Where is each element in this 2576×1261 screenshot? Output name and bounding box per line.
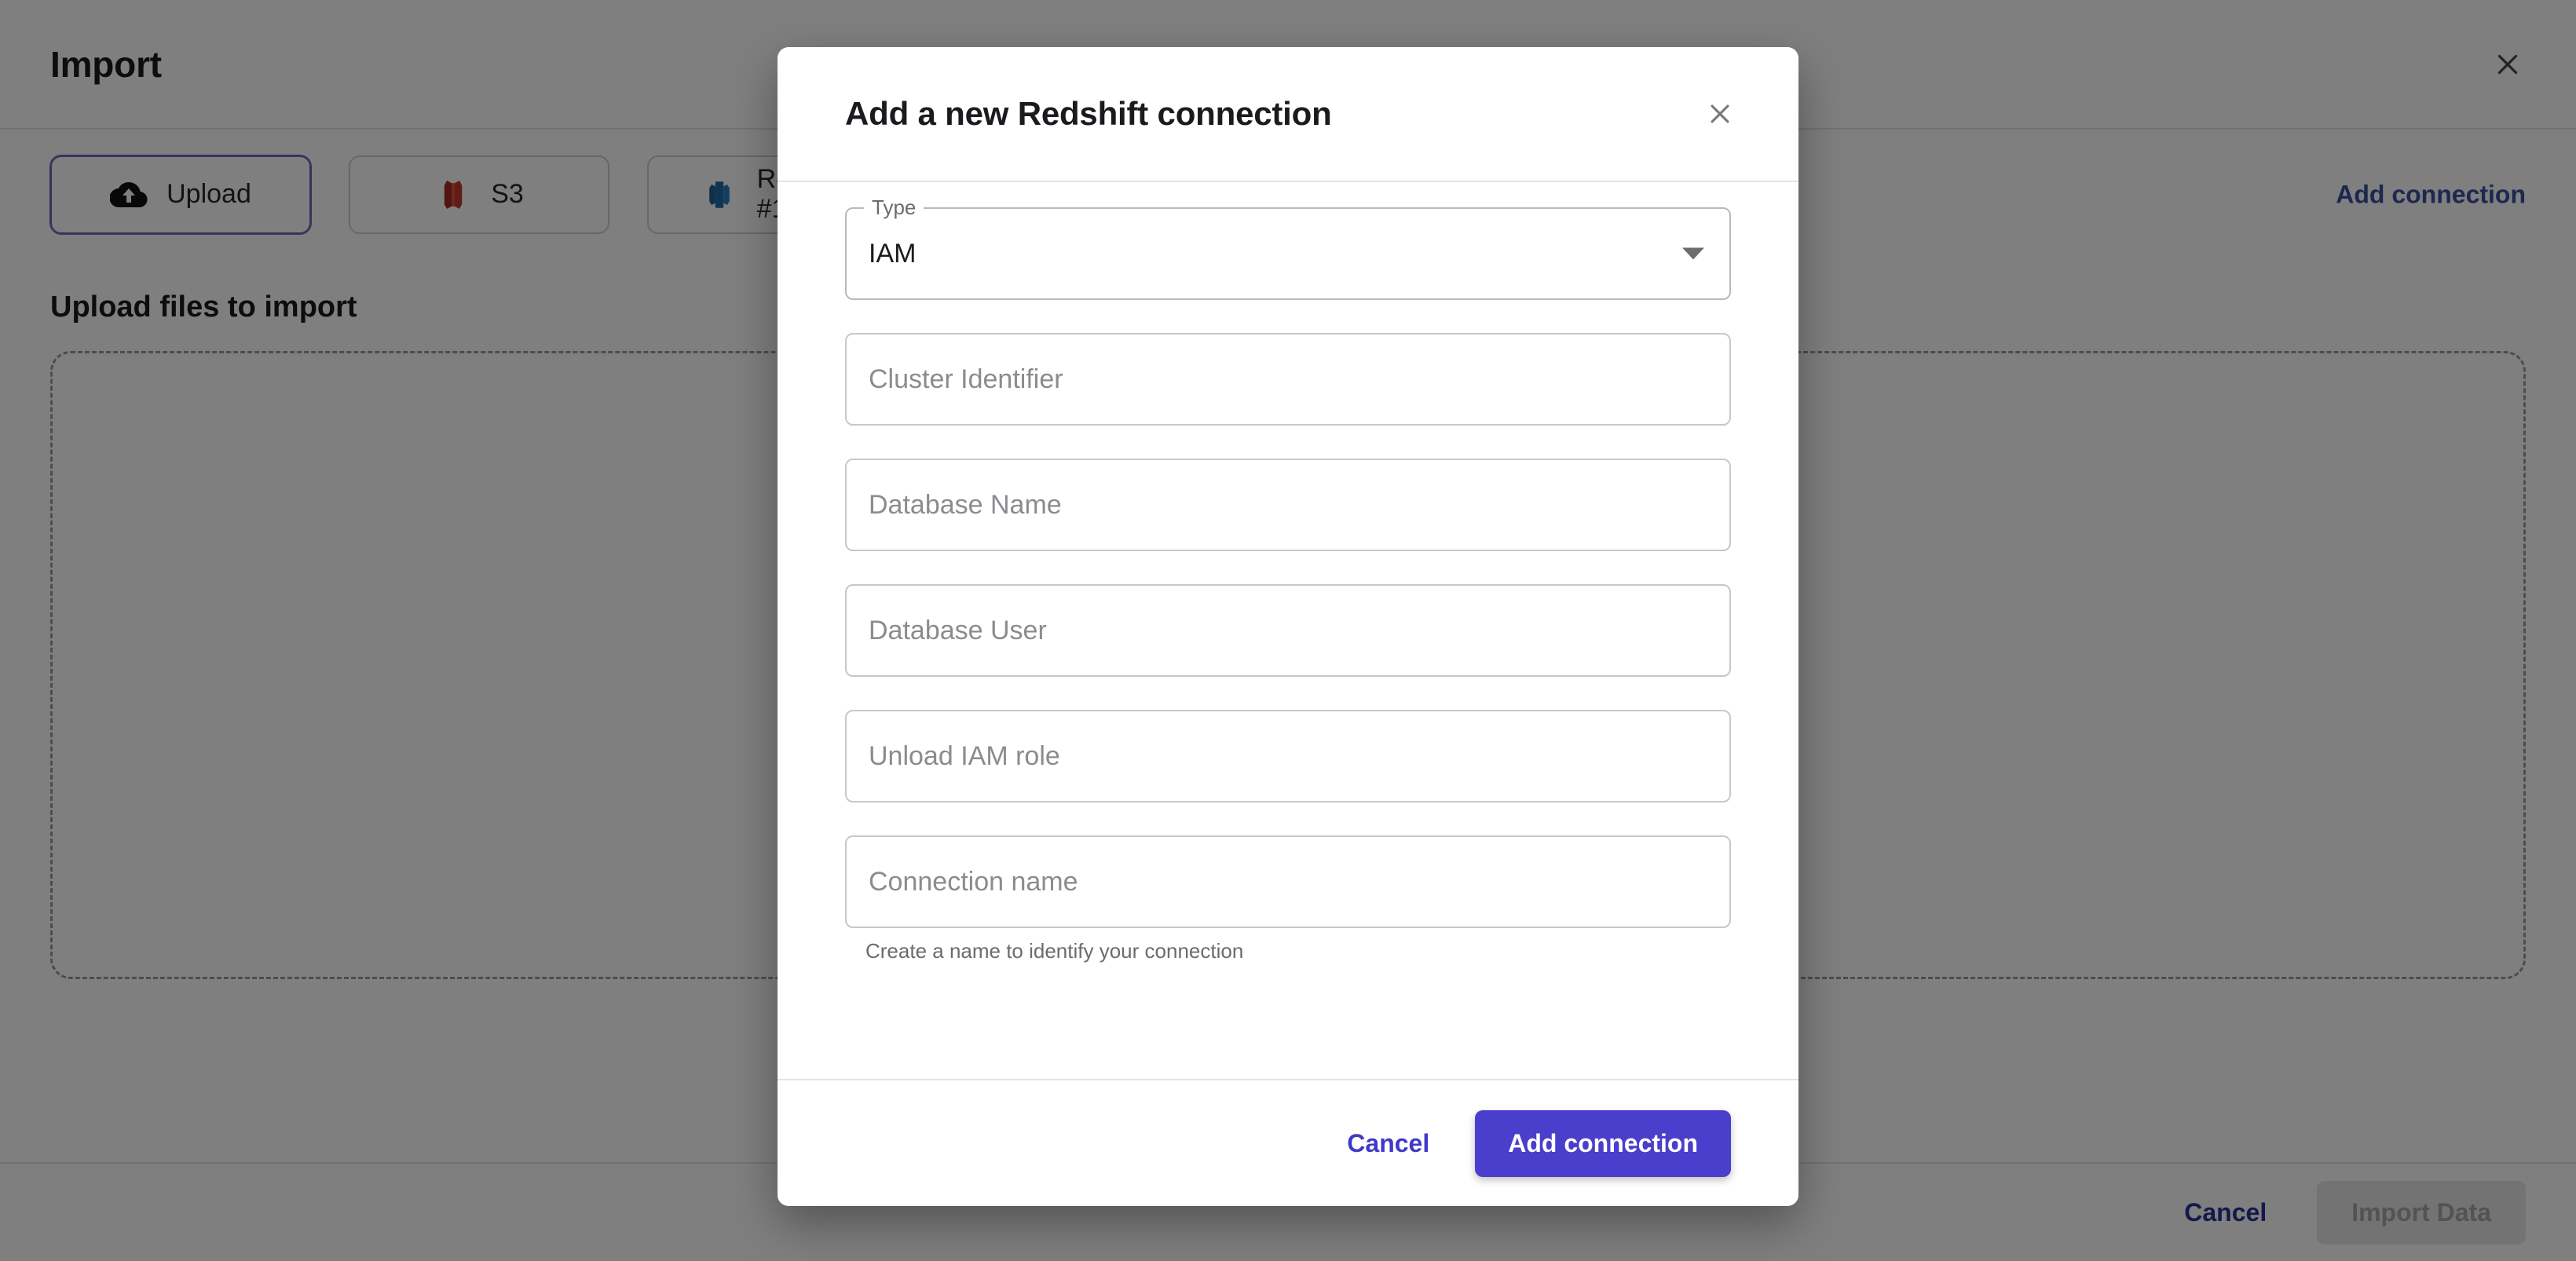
connection-name-input[interactable] [845, 835, 1731, 928]
database-name-input[interactable] [845, 459, 1731, 551]
dialog-header: Add a new Redshift connection [778, 47, 1798, 182]
chevron-down-icon [1682, 247, 1704, 260]
unload-iam-role-input[interactable] [845, 710, 1731, 802]
dialog-body: Type IAM Create a name to identify your … [778, 182, 1798, 1079]
type-select-label: Type [864, 197, 924, 217]
connection-name-helper-text: Create a name to identify your connectio… [865, 939, 1244, 963]
dialog-cancel-button[interactable]: Cancel [1333, 1118, 1444, 1169]
cluster-identifier-input[interactable] [845, 333, 1731, 426]
close-icon[interactable] [1698, 92, 1742, 136]
dialog-add-connection-button[interactable]: Add connection [1475, 1109, 1731, 1177]
add-redshift-connection-dialog: Add a new Redshift connection Type IAM C… [778, 47, 1798, 1206]
database-user-input[interactable] [845, 584, 1731, 677]
type-select[interactable]: Type IAM [845, 197, 1731, 300]
dialog-footer: Cancel Add connection [778, 1079, 1798, 1206]
dialog-title: Add a new Redshift connection [845, 95, 1332, 132]
type-select-value: IAM [869, 238, 917, 269]
